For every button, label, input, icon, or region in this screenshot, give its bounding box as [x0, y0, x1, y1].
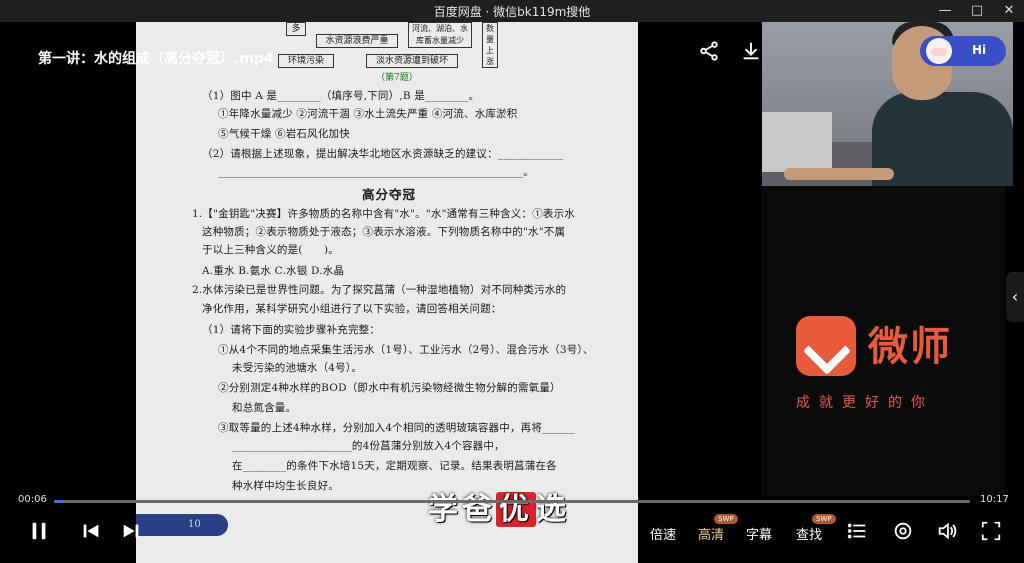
- doc-line: 这种物质；②表示物质处于液态；③表示水溶液。下列物质名称中的"水"不属: [202, 226, 566, 238]
- doc-line: 2.水体污染已是世界性问题。为了探究菖蒲（一种湿地植物）对不同种类污水的: [192, 284, 567, 296]
- doc-line: 净化作用，某科学研究小组进行了以下实验，请回答相关问题：: [202, 303, 502, 315]
- progress-fill: [54, 500, 64, 503]
- mascot-icon: [926, 38, 952, 64]
- watermark-part2: 选: [536, 492, 570, 527]
- playlist-icon[interactable]: [846, 520, 868, 544]
- doc-line: 1.【"金钥匙"决赛】许多物质的名称中含有"水"。"水"通常有三种含义：①表示水: [192, 208, 575, 220]
- diagram-box-freshwater: 淡水资源遭到破坏: [366, 54, 458, 68]
- previous-button[interactable]: [80, 520, 102, 544]
- quality-button[interactable]: 高清 SWP: [698, 514, 738, 543]
- page-number: 10: [136, 514, 228, 536]
- brand-name: 微师: [868, 324, 952, 370]
- fullscreen-icon[interactable]: [980, 520, 1002, 544]
- water-diagram: 多 水资源浪费严重 环境污染 淡水资源遭到破坏 河流、湖泊、水库蓄水量减少 数量…: [278, 22, 626, 83]
- doc-line: 在________的条件下水培15天，定期观察、记录。结果表明菖蒲在各: [232, 460, 557, 472]
- share-icon[interactable]: [698, 40, 720, 62]
- diagram-box-pollution: 环境污染: [278, 54, 334, 68]
- diagram-box-river: 河流、湖泊、水库蓄水量减少: [408, 22, 472, 48]
- assistant-label: Hi: [972, 43, 987, 57]
- maximize-icon[interactable]: □: [962, 0, 992, 22]
- watermark-part1: 学爸: [428, 492, 496, 527]
- diagram-box-duo: 多: [286, 22, 306, 36]
- doc-line: 未受污染的池塘水（4号）。: [232, 362, 363, 374]
- doc-line: ⑤气候干燥 ⑥岩石风化加快: [218, 128, 350, 140]
- next-button[interactable]: [120, 520, 142, 544]
- doc-line: ②分别测定4种水样的BOD（即水中有机污染物经微生物分解的需氧量）: [218, 382, 561, 394]
- doc-line: ①年降水量减少 ②河流干涸 ③水土流失严重 ④河流、水库淤积: [218, 108, 518, 120]
- volume-icon[interactable]: [936, 520, 958, 544]
- section-title: 高分夺冠: [362, 187, 417, 202]
- speed-button[interactable]: 倍速: [650, 524, 676, 543]
- document-page: 多 水资源浪费严重 环境污染 淡水资源遭到破坏 河流、湖泊、水库蓄水量减少 数量…: [136, 22, 638, 563]
- settings-icon[interactable]: [892, 520, 914, 544]
- window-title: 百度网盘 · 微信bk119m搜他: [433, 5, 591, 19]
- watermark-highlight: 优: [496, 492, 536, 527]
- brand-slogan: 成就更好的你: [796, 395, 934, 411]
- doc-line: 于以上三种含义的是( )。: [202, 244, 339, 256]
- pause-button[interactable]: [28, 520, 50, 544]
- subtitle-button[interactable]: 字幕: [746, 524, 772, 543]
- search-button[interactable]: 查找 SWP: [796, 514, 836, 543]
- doc-line: 种水样中均生长良好。: [232, 480, 339, 492]
- video-title: 第一讲：水的组成（高分夺冠）.mp4: [38, 51, 274, 67]
- doc-line: ③取等量的上述4种水样，分别加入4个相同的透明玻璃容器中，再将______: [218, 422, 575, 434]
- close-icon[interactable]: ✕: [994, 0, 1024, 22]
- doc-line: 和总氮含量。: [232, 402, 297, 414]
- doc-line: ________________________________________…: [218, 166, 534, 178]
- doc-line: （2）请根据上述现象，提出解决华北地区水资源缺乏的建议：____________: [202, 148, 564, 160]
- download-icon[interactable]: [740, 40, 762, 62]
- swp-badge: SWP: [812, 514, 836, 524]
- doc-line: （1）请将下面的实验步骤补充完整：: [202, 324, 381, 336]
- swp-badge: SWP: [714, 514, 738, 524]
- doc-line: ①从4个不同的地点采集生活污水（1号）、工业污水（2号）、混合污水（3号）、: [218, 344, 594, 356]
- minimize-icon[interactable]: —: [930, 0, 960, 22]
- total-time: 10:17: [980, 494, 1009, 505]
- weishi-logo-icon: [796, 316, 856, 376]
- chevron-left-icon[interactable]: ‹: [1006, 272, 1024, 322]
- diagram-box-rise: 数量上涨: [482, 22, 498, 68]
- video-player[interactable]: 多 水资源浪费严重 环境污染 淡水资源遭到破坏 河流、湖泊、水库蓄水量减少 数量…: [0, 22, 1024, 563]
- current-time: 00:06: [18, 494, 47, 505]
- watermark: 学爸优选: [428, 484, 570, 528]
- search-label: 查找: [796, 528, 823, 543]
- figure-label: （第7题）: [376, 73, 418, 83]
- progress-bar[interactable]: [54, 500, 970, 503]
- diagram-box-waste: 水资源浪费严重: [316, 34, 398, 48]
- quality-label: 高清: [698, 528, 725, 543]
- title-bar: 百度网盘 · 微信bk119m搜他 — □ ✕: [0, 0, 1024, 22]
- doc-line: ______________________的4份菖蒲分别放入4个容器中，: [232, 440, 505, 452]
- doc-line: A.重水 B.氨水 C.水银 D.水晶: [202, 265, 345, 277]
- assistant-badge[interactable]: Hi: [920, 36, 1006, 66]
- doc-line: （1）图中 A 是________（填序号,下同）,B 是________。: [202, 90, 480, 102]
- brand-panel: 微师 成就更好的你: [762, 186, 1005, 496]
